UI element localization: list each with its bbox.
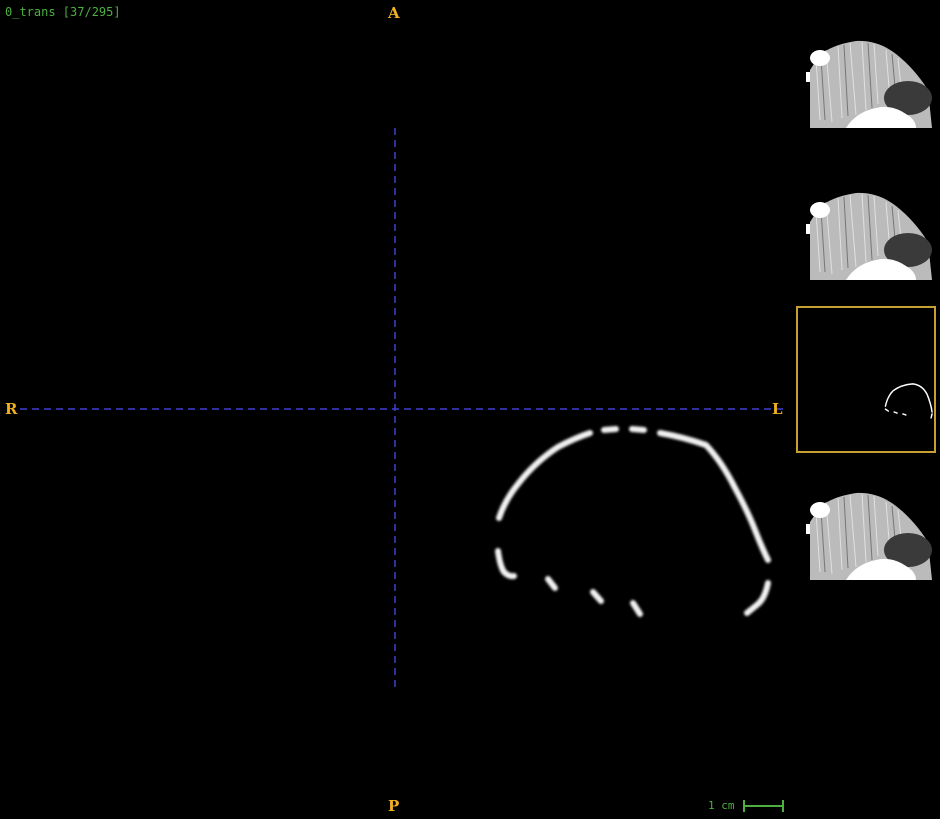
scale-bar-ruler — [743, 800, 785, 812]
orientation-marker-anterior: A — [388, 4, 400, 22]
orientation-marker-left: L — [772, 400, 783, 418]
thumbnail-image — [884, 383, 933, 419]
thumbnail-image — [806, 192, 932, 280]
scale-bar: 1 cm — [708, 799, 787, 813]
slice-thumbnail-1[interactable] — [796, 0, 936, 145]
thumbnail-image — [806, 40, 932, 128]
scale-bar-label: 1 cm — [708, 799, 735, 812]
slice-thumbnail-4[interactable] — [796, 456, 936, 601]
series-label: 0_trans [37/295] — [5, 5, 121, 19]
slice-thumbnail-2[interactable] — [796, 152, 936, 297]
anatomy-contour — [495, 426, 771, 617]
slice-thumbnail-3[interactable] — [796, 306, 936, 453]
slice-canvas[interactable] — [0, 0, 790, 819]
image-viewport[interactable]: 0_trans [37/295] A P R L 1 cm — [0, 0, 940, 819]
orientation-marker-posterior: P — [388, 797, 400, 815]
orientation-marker-right: R — [5, 400, 18, 418]
thumbnail-image — [806, 492, 932, 580]
